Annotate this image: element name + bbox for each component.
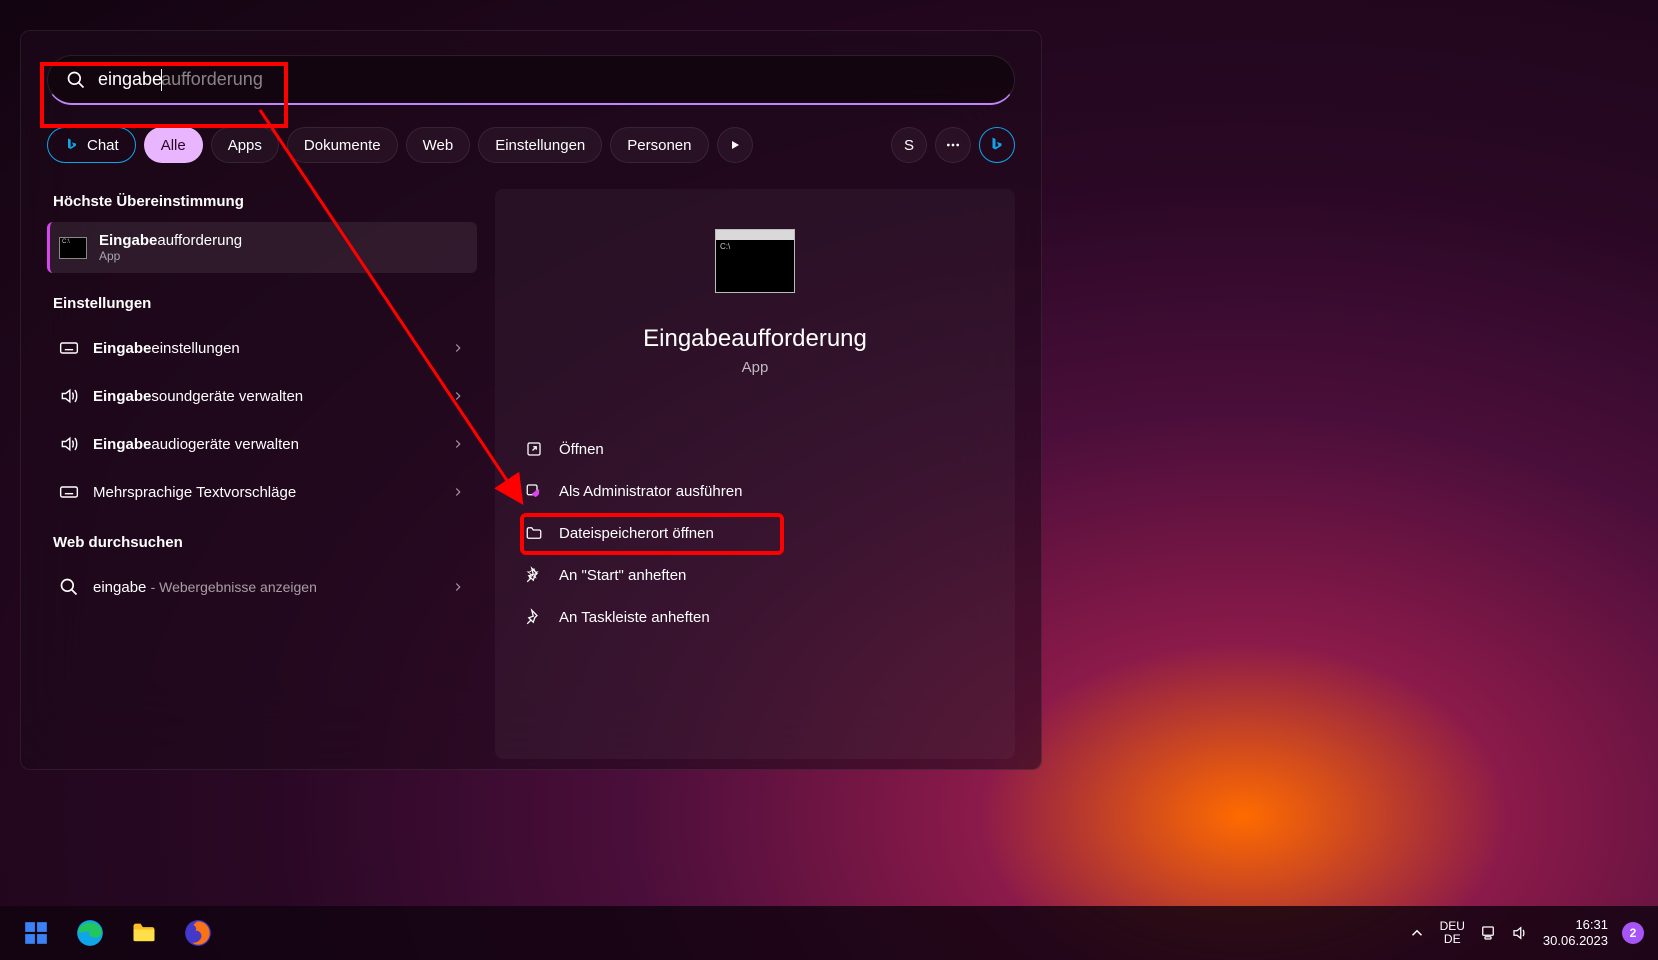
folder-icon [525, 524, 543, 542]
play-icon [729, 139, 741, 151]
results-left: Höchste Übereinstimmung Eingabeaufforder… [47, 189, 477, 759]
search-typed: eingabe [98, 69, 162, 90]
volume-icon[interactable] [1511, 924, 1529, 942]
filter-web[interactable]: Web [406, 127, 471, 163]
edge-button[interactable] [68, 911, 112, 955]
cmd-icon [59, 237, 87, 259]
filter-apps[interactable]: Apps [211, 127, 279, 163]
preview-pane: Eingabeaufforderung App Öffnen Als Admin… [495, 189, 1015, 759]
settings-item-2[interactable]: Eingabeaudiogeräte verwalten [47, 420, 477, 468]
search-completion: aufforderung [161, 69, 263, 90]
action-open[interactable]: Öffnen [507, 428, 1003, 470]
web-search-item[interactable]: eingabe - Webergebnisse anzeigen [47, 563, 477, 611]
firefox-button[interactable] [176, 911, 220, 955]
taskbar: DEU DE 16:31 30.06.2023 2 [0, 906, 1658, 960]
windows-icon [23, 920, 49, 946]
chevron-right-icon [451, 485, 465, 499]
system-tray: DEU DE 16:31 30.06.2023 2 [1408, 917, 1644, 948]
chevron-right-icon [451, 341, 465, 355]
filter-row: Chat Alle Apps Dokumente Web Einstellung… [47, 127, 1015, 163]
action-open-location[interactable]: Dateispeicherort öffnen [507, 512, 1003, 554]
clock[interactable]: 16:31 30.06.2023 [1543, 917, 1608, 948]
preview-subtype: App [742, 359, 769, 376]
settings-item-1[interactable]: Eingabesoundgeräte verwalten [47, 372, 477, 420]
filter-all[interactable]: Alle [144, 127, 203, 163]
search-input-text: eingabeaufforderung [98, 69, 263, 91]
search-icon [66, 70, 86, 90]
action-run-admin[interactable]: Als Administrator ausführen [507, 470, 1003, 512]
folder-icon [130, 919, 158, 947]
best-match-name: Eingabeaufforderung [99, 232, 242, 249]
search-box[interactable]: eingabeaufforderung [47, 55, 1015, 105]
preview-title: Eingabeaufforderung [643, 325, 867, 353]
explorer-button[interactable] [122, 911, 166, 955]
pin-icon [525, 608, 543, 626]
filter-documents[interactable]: Dokumente [287, 127, 398, 163]
bing-icon [988, 136, 1006, 154]
best-match-item[interactable]: Eingabeaufforderung App [47, 222, 477, 273]
sound-icon [59, 386, 79, 406]
best-match-title: Höchste Übereinstimmung [53, 193, 477, 210]
filter-settings[interactable]: Einstellungen [478, 127, 602, 163]
ellipsis-icon [945, 137, 961, 153]
chevron-up-icon[interactable] [1408, 924, 1426, 942]
web-section-title: Web durchsuchen [53, 534, 477, 551]
user-avatar[interactable]: S [891, 127, 927, 163]
admin-shield-icon [525, 482, 543, 500]
bing-icon [64, 137, 80, 153]
start-button[interactable] [14, 911, 58, 955]
bing-chat-button[interactable] [979, 127, 1015, 163]
chevron-right-icon [451, 389, 465, 403]
firefox-icon [184, 919, 212, 947]
settings-item-3[interactable]: Mehrsprachige Textvorschläge [47, 468, 477, 516]
open-icon [525, 440, 543, 458]
filter-chat[interactable]: Chat [47, 127, 136, 163]
content-area: Höchste Übereinstimmung Eingabeaufforder… [47, 189, 1015, 759]
filter-people[interactable]: Personen [610, 127, 708, 163]
edge-icon [76, 919, 104, 947]
notification-badge[interactable]: 2 [1622, 922, 1644, 944]
settings-section-title: Einstellungen [53, 295, 477, 312]
pin-icon [525, 566, 543, 584]
action-pin-start[interactable]: An "Start" anheften [507, 554, 1003, 596]
action-pin-taskbar[interactable]: An Taskleiste anheften [507, 596, 1003, 638]
search-icon [59, 577, 79, 597]
start-search-panel: eingabeaufforderung Chat Alle Apps Dokum… [20, 30, 1042, 770]
overflow-menu[interactable] [935, 127, 971, 163]
cmd-icon-large [715, 229, 795, 293]
language-indicator[interactable]: DEU DE [1440, 920, 1465, 946]
best-match-type: App [99, 249, 242, 263]
keyboard-icon [59, 482, 79, 502]
keyboard-icon [59, 338, 79, 358]
network-icon[interactable] [1479, 924, 1497, 942]
chevron-right-icon [451, 437, 465, 451]
preview-actions: Öffnen Als Administrator ausführen Datei… [507, 428, 1003, 638]
settings-item-0[interactable]: Eingabeeinstellungen [47, 324, 477, 372]
filter-more-play[interactable] [717, 127, 753, 163]
sound-icon [59, 434, 79, 454]
chevron-right-icon [451, 580, 465, 594]
